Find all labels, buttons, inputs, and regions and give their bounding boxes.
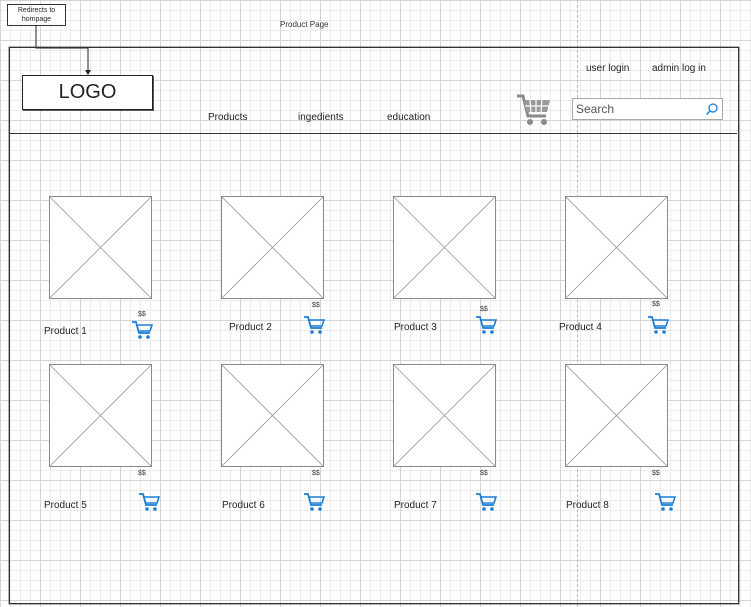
add-to-cart-icon[interactable]: [303, 492, 326, 512]
add-to-cart-icon[interactable]: [131, 320, 154, 340]
product-name[interactable]: Product 6: [222, 500, 265, 511]
page-title: Product Page: [280, 20, 329, 29]
product-price: $$: [138, 470, 146, 477]
product-price: $$: [138, 311, 146, 318]
product-price: $$: [312, 302, 320, 309]
header-divider: [9, 133, 737, 134]
search-icon[interactable]: [705, 102, 719, 116]
product-name[interactable]: Product 8: [566, 500, 609, 511]
admin-login-link[interactable]: admin log in: [652, 63, 706, 74]
product-image-placeholder[interactable]: [49, 196, 152, 299]
add-to-cart-icon[interactable]: [475, 315, 498, 335]
product-name[interactable]: Product 7: [394, 500, 437, 511]
shopping-cart-icon[interactable]: [515, 92, 553, 128]
search-placeholder: Search: [576, 102, 615, 116]
page-frame: [9, 47, 739, 604]
add-to-cart-icon[interactable]: [654, 492, 677, 512]
user-login-link[interactable]: user login: [586, 63, 629, 74]
nav-ingredients[interactable]: ingedients: [298, 112, 344, 123]
product-image-placeholder[interactable]: [393, 196, 496, 299]
product-image-placeholder[interactable]: [393, 364, 496, 467]
add-to-cart-icon[interactable]: [138, 492, 161, 512]
add-to-cart-icon[interactable]: [475, 492, 498, 512]
product-image-placeholder[interactable]: [221, 364, 324, 467]
product-price: $$: [652, 470, 660, 477]
product-name[interactable]: Product 5: [44, 500, 87, 511]
nav-products[interactable]: Products: [208, 112, 247, 123]
product-price: $$: [652, 301, 660, 308]
product-image-placeholder[interactable]: [565, 364, 668, 467]
product-image-placeholder[interactable]: [221, 196, 324, 299]
product-price: $$: [480, 470, 488, 477]
product-price: $$: [312, 470, 320, 477]
nav-education[interactable]: education: [387, 112, 430, 123]
product-price: $$: [480, 306, 488, 313]
add-to-cart-icon[interactable]: [647, 315, 670, 335]
search-input[interactable]: Search: [572, 98, 723, 120]
product-image-placeholder[interactable]: [565, 196, 668, 299]
logo[interactable]: LOGO: [22, 75, 153, 110]
add-to-cart-icon[interactable]: [303, 315, 326, 335]
product-name[interactable]: Product 2: [229, 322, 272, 333]
product-name[interactable]: Product 4: [559, 322, 602, 333]
product-name[interactable]: Product 3: [394, 322, 437, 333]
product-image-placeholder[interactable]: [49, 364, 152, 467]
product-name[interactable]: Product 1: [44, 326, 87, 337]
